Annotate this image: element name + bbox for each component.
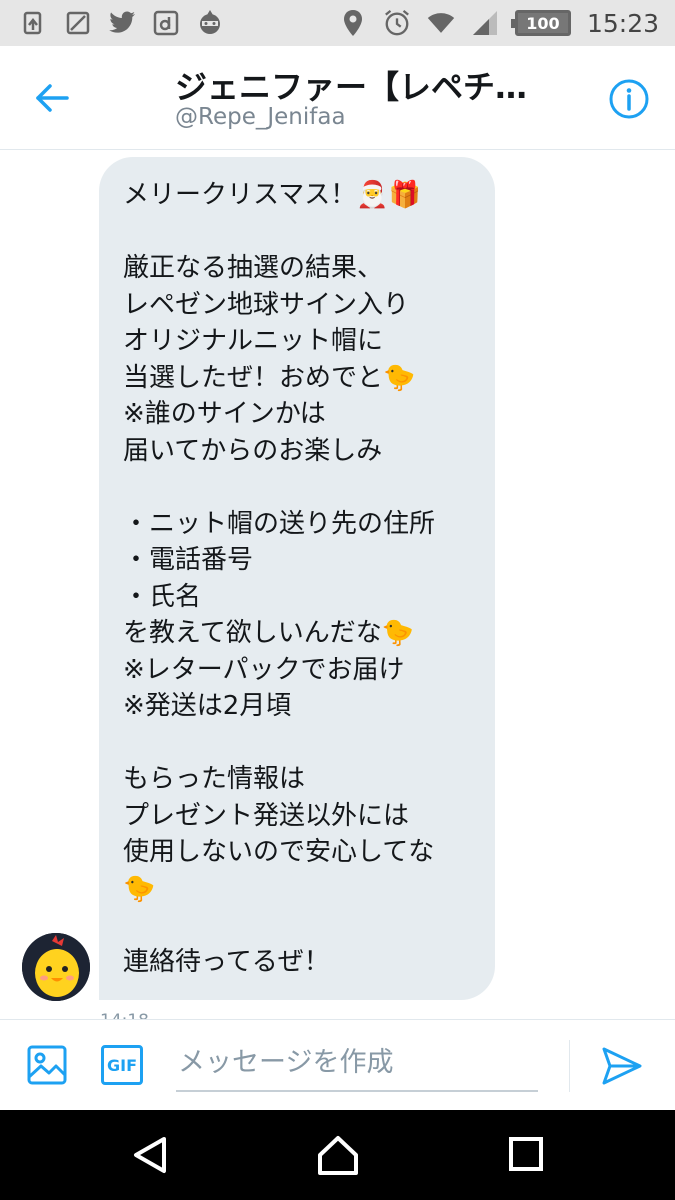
send-button[interactable] [600,1044,644,1088]
arrow-left-icon [36,84,69,112]
status-right-icons: 100 15:23 [339,9,659,38]
message-input[interactable] [176,1034,538,1092]
message-line: メリークリスマス！🎅🎁 [123,180,421,210]
composer-divider [569,1040,570,1092]
message-line [123,469,483,506]
message-thread[interactable]: メリークリスマス！🎅🎁 厳正なる抽選の結果、 レペゼン地球サイン入り オリジナルニット… [0,151,675,1019]
send-icon [602,1047,642,1085]
message-timestamp: 14:18 [100,1011,149,1019]
message-line: 当選したぜ！おめでと🐤 [123,362,416,393]
add-photo-button[interactable] [26,1044,68,1086]
message-bubble[interactable]: メリークリスマス！🎅🎁 厳正なる抽選の結果、 レペゼン地球サイン入り オリジナルニット… [99,157,495,1000]
status-bar: 100 15:23 [0,0,675,46]
twitter-bird-icon [108,9,136,37]
status-time: 15:23 [586,8,659,38]
message-line: 厳正なる抽選の結果、 [123,253,384,283]
message-line: プレゼント発送以外には [123,800,410,831]
message-line: ・電話番号 [123,545,254,575]
alarm-icon [383,9,411,37]
message-line: 届いてからのお楽しみ [123,435,383,466]
gif-button[interactable]: GIF [101,1045,143,1085]
status-left-icons [20,9,224,37]
battery-icon: 100 [510,10,571,36]
message-line: ※レターパックでお届け [123,654,405,685]
download-icon [64,9,92,37]
info-button[interactable] [608,78,650,120]
square-recents-icon [509,1137,543,1171]
conversation-title: ジェニファー【レペチ… [175,68,528,106]
message-composer: GIF [0,1019,675,1110]
message-line: オリジナルニット帽に [123,326,384,356]
cellular-signal-icon [471,9,499,37]
chick-avatar-icon [22,933,90,1001]
system-back-button[interactable] [130,1134,172,1176]
d-app-icon [152,9,180,37]
avatar[interactable] [22,933,90,1001]
message-line [123,907,483,944]
battery-level: 100 [526,13,560,33]
message-line: ・氏名 [123,581,202,612]
message-line [123,214,483,251]
location-icon [339,9,367,37]
message-line [123,725,483,762]
message-line: ※誰のサインかは [123,399,326,429]
message-line: 使用しないので安心してな [123,837,435,867]
conversation-header: ジェニファー【レペチ… @Repe_Jenifaa [0,46,675,150]
back-button[interactable] [30,78,74,118]
message-line: もらった情報は [123,764,306,794]
conversation-handle: @Repe_Jenifaa [175,104,346,130]
system-nav-bar [0,1110,675,1200]
clipboard-icon [20,9,48,37]
message-line: ※発送は2月頃 [123,691,292,721]
info-icon [609,79,649,119]
message-line: を教えて欲しいんだな🐤 [123,618,415,648]
home-icon [318,1136,358,1175]
message-line: レペゼン地球サイン入り [123,289,410,320]
message-line: 🐤 [123,873,156,904]
triangle-back-icon [134,1137,166,1173]
wifi-icon [427,9,455,37]
message-line: ・ニット帽の送り先の住所 [123,508,436,539]
system-home-button[interactable] [316,1133,360,1177]
image-icon [27,1045,67,1085]
ninja-app-icon [196,9,224,37]
message-line: 連絡待ってるぜ！ [123,946,330,977]
system-recents-button[interactable] [508,1136,544,1172]
